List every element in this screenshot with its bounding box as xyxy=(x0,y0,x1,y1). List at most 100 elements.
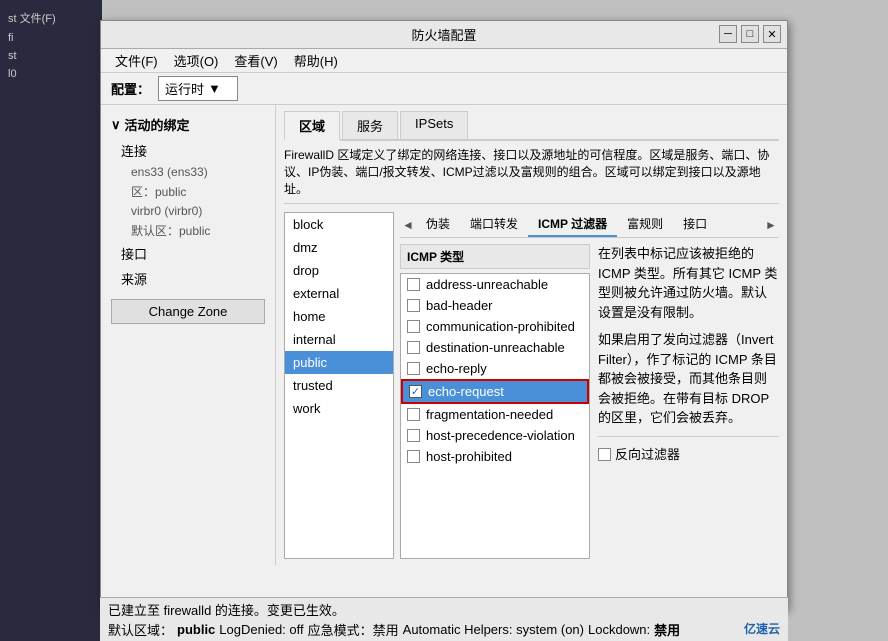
zone-list[interactable]: block dmz drop external home internal pu… xyxy=(284,212,394,559)
icmp-checkbox-host-precedence-violation[interactable] xyxy=(407,429,420,442)
status-auto-helpers: Automatic Helpers: system (on) xyxy=(403,622,584,637)
icmp-item-destination-unreachable[interactable]: destination-unreachable xyxy=(401,337,589,358)
icmp-tab-icmp-filter[interactable]: ICMP 过滤器 xyxy=(528,212,617,237)
title-bar: 防火墙配置 ─ □ ✕ xyxy=(101,21,787,49)
config-bar: 配置： 运行时 ▼ xyxy=(101,73,787,105)
tab-service[interactable]: 服务 xyxy=(342,111,398,139)
sidebar-subitem-virbr0: virbr0 (virbr0) xyxy=(101,202,275,220)
window-title: 防火墙配置 xyxy=(411,25,476,44)
invert-filter-label: 反向过滤器 xyxy=(615,445,680,465)
status-log-denied: LogDenied: off xyxy=(219,622,303,637)
icmp-item-echo-request[interactable]: ✓ echo-request xyxy=(401,379,589,404)
zone-item-public[interactable]: public xyxy=(285,351,393,374)
status-default-zone-value: public xyxy=(177,622,215,637)
icmp-left-panel: ICMP 类型 address-unreachable bad-header xyxy=(400,244,590,559)
minimize-button[interactable]: ─ xyxy=(719,25,737,43)
icmp-nav-right-arrow[interactable]: ► xyxy=(763,218,779,232)
zone-item-drop[interactable]: drop xyxy=(285,259,393,282)
sidebar-item-interface: 接口 xyxy=(101,241,275,266)
sidebar-item-connection-label: 连接 xyxy=(101,138,275,163)
tab-zone[interactable]: 区域 xyxy=(284,111,340,141)
zone-area: block dmz drop external home internal pu… xyxy=(284,212,779,559)
invert-filter-checkbox[interactable] xyxy=(598,448,611,461)
icmp-item-communication-prohibited[interactable]: communication-prohibited xyxy=(401,316,589,337)
zone-item-work[interactable]: work xyxy=(285,397,393,420)
menu-view[interactable]: 查看(V) xyxy=(228,50,283,71)
icmp-right-panel: 在列表中标记应该被拒绝的 ICMP 类型。所有其它 ICMP 类型则被允许通过防… xyxy=(598,244,779,559)
sidebar-item-source: 来源 xyxy=(101,266,275,291)
status-emergency: 应急模式：禁用 xyxy=(308,620,399,639)
icmp-checkbox-communication-prohibited[interactable] xyxy=(407,320,420,333)
status-lockdown-label: Lockdown: xyxy=(588,622,650,637)
logo-bottom: 亿速云 xyxy=(744,620,780,637)
zone-item-dmz[interactable]: dmz xyxy=(285,236,393,259)
chevron-down-icon: ∨ xyxy=(111,117,121,133)
config-dropdown-value: 运行时 xyxy=(165,79,204,98)
right-panel: 区域 服务 IPSets FirewallD 区域定义了绑定的网络连接、接口以及… xyxy=(276,105,787,565)
checkmark-icon: ✓ xyxy=(411,385,420,398)
icmp-item-bad-header[interactable]: bad-header xyxy=(401,295,589,316)
zone-item-block[interactable]: block xyxy=(285,213,393,236)
restore-button[interactable]: □ xyxy=(741,25,759,43)
left-edge-item: st 文件(F) xyxy=(4,8,98,28)
tab-ipsets[interactable]: IPSets xyxy=(400,111,468,139)
config-label: 配置： xyxy=(111,79,150,98)
sidebar: ∨ 活动的绑定 连接 ens33 (ens33) 区：public virbr0… xyxy=(101,105,276,565)
close-button[interactable]: ✕ xyxy=(763,25,781,43)
sidebar-subitem-ens33-zone: 区：public xyxy=(101,181,275,202)
left-edge-item-st: st xyxy=(4,48,98,64)
zone-item-internal[interactable]: internal xyxy=(285,328,393,351)
main-window: 防火墙配置 ─ □ ✕ 文件(F) 选项(O) 查看(V) 帮助(H) 配置： … xyxy=(100,20,788,610)
zone-item-trusted[interactable]: trusted xyxy=(285,374,393,397)
sidebar-subitem-virbr0-zone: 默认区：public xyxy=(101,220,275,241)
change-zone-button[interactable]: Change Zone xyxy=(111,299,265,324)
chevron-down-icon: ▼ xyxy=(208,81,221,96)
icmp-type-label: ICMP 类型 xyxy=(400,244,590,269)
invert-filter-section: 反向过滤器 xyxy=(598,436,779,465)
icmp-item-fragmentation-needed[interactable]: fragmentation-needed xyxy=(401,404,589,425)
icmp-nav-tabs: 伪装 端口转发 ICMP 过滤器 富规则 接口 xyxy=(416,212,763,237)
menu-options[interactable]: 选项(O) xyxy=(168,50,225,71)
zone-item-external[interactable]: external xyxy=(285,282,393,305)
tab-bar: 区域 服务 IPSets xyxy=(284,111,779,141)
icmp-checkbox-bad-header[interactable] xyxy=(407,299,420,312)
left-edge-item-l0: l0 xyxy=(4,66,98,82)
config-dropdown[interactable]: 运行时 ▼ xyxy=(158,76,238,101)
icmp-item-host-prohibited[interactable]: host-prohibited xyxy=(401,446,589,467)
icmp-item-echo-reply[interactable]: echo-reply xyxy=(401,358,589,379)
icmp-item-host-precedence-violation[interactable]: host-precedence-violation xyxy=(401,425,589,446)
status-text-1: 已建立至 firewalld 的连接。变更已生效。 xyxy=(108,600,345,619)
icmp-tab-rich-rules[interactable]: 富规则 xyxy=(617,212,673,237)
icmp-tab-interface[interactable]: 接口 xyxy=(673,212,717,237)
sidebar-bottom: Change Zone xyxy=(101,291,275,332)
status-bar: 已建立至 firewalld 的连接。变更已生效。 默认区域： public L… xyxy=(100,597,788,641)
icmp-nav-left-arrow[interactable]: ◄ xyxy=(400,218,416,232)
sidebar-active-bindings: ∨ 活动的绑定 xyxy=(101,111,275,138)
icmp-checkbox-echo-reply[interactable] xyxy=(407,362,420,375)
zone-description: FirewallD 区域定义了绑定的网络连接、接口以及源地址的可信程度。区域是服… xyxy=(284,147,779,204)
menu-file[interactable]: 文件(F) xyxy=(109,50,164,71)
icmp-checkbox-destination-unreachable[interactable] xyxy=(407,341,420,354)
title-bar-controls: ─ □ ✕ xyxy=(719,25,781,43)
status-line-1: 已建立至 firewalld 的连接。变更已生效。 xyxy=(108,600,780,619)
icmp-list[interactable]: address-unreachable bad-header communica… xyxy=(400,273,590,559)
left-edge-item-fi: fi xyxy=(4,30,98,46)
main-content: ∨ 活动的绑定 连接 ens33 (ens33) 区：public virbr0… xyxy=(101,105,787,565)
sidebar-subitem-ens33: ens33 (ens33) xyxy=(101,163,275,181)
zone-item-home[interactable]: home xyxy=(285,305,393,328)
icmp-tab-port-forward[interactable]: 端口转发 xyxy=(460,212,528,237)
status-default-zone-label: 默认区域： xyxy=(108,620,173,639)
icmp-checkbox-host-prohibited[interactable] xyxy=(407,450,420,463)
icmp-nav: ◄ 伪装 端口转发 ICMP 过滤器 富规则 接口 ► xyxy=(400,212,779,238)
icmp-item-address-unreachable[interactable]: address-unreachable xyxy=(401,274,589,295)
icmp-tab-masquerade[interactable]: 伪装 xyxy=(416,212,460,237)
status-lockdown-value: 禁用 xyxy=(654,620,680,639)
icmp-area: ◄ 伪装 端口转发 ICMP 过滤器 富规则 接口 ► xyxy=(400,212,779,559)
status-line-2: 默认区域： public LogDenied: off 应急模式：禁用 Auto… xyxy=(108,620,780,639)
icmp-checkbox-echo-request[interactable]: ✓ xyxy=(409,385,422,398)
icmp-content: ICMP 类型 address-unreachable bad-header xyxy=(400,244,779,559)
left-edge-panel: st 文件(F) fi st l0 xyxy=(0,0,102,641)
icmp-checkbox-address-unreachable[interactable] xyxy=(407,278,420,291)
menu-help[interactable]: 帮助(H) xyxy=(288,50,344,71)
icmp-checkbox-fragmentation-needed[interactable] xyxy=(407,408,420,421)
